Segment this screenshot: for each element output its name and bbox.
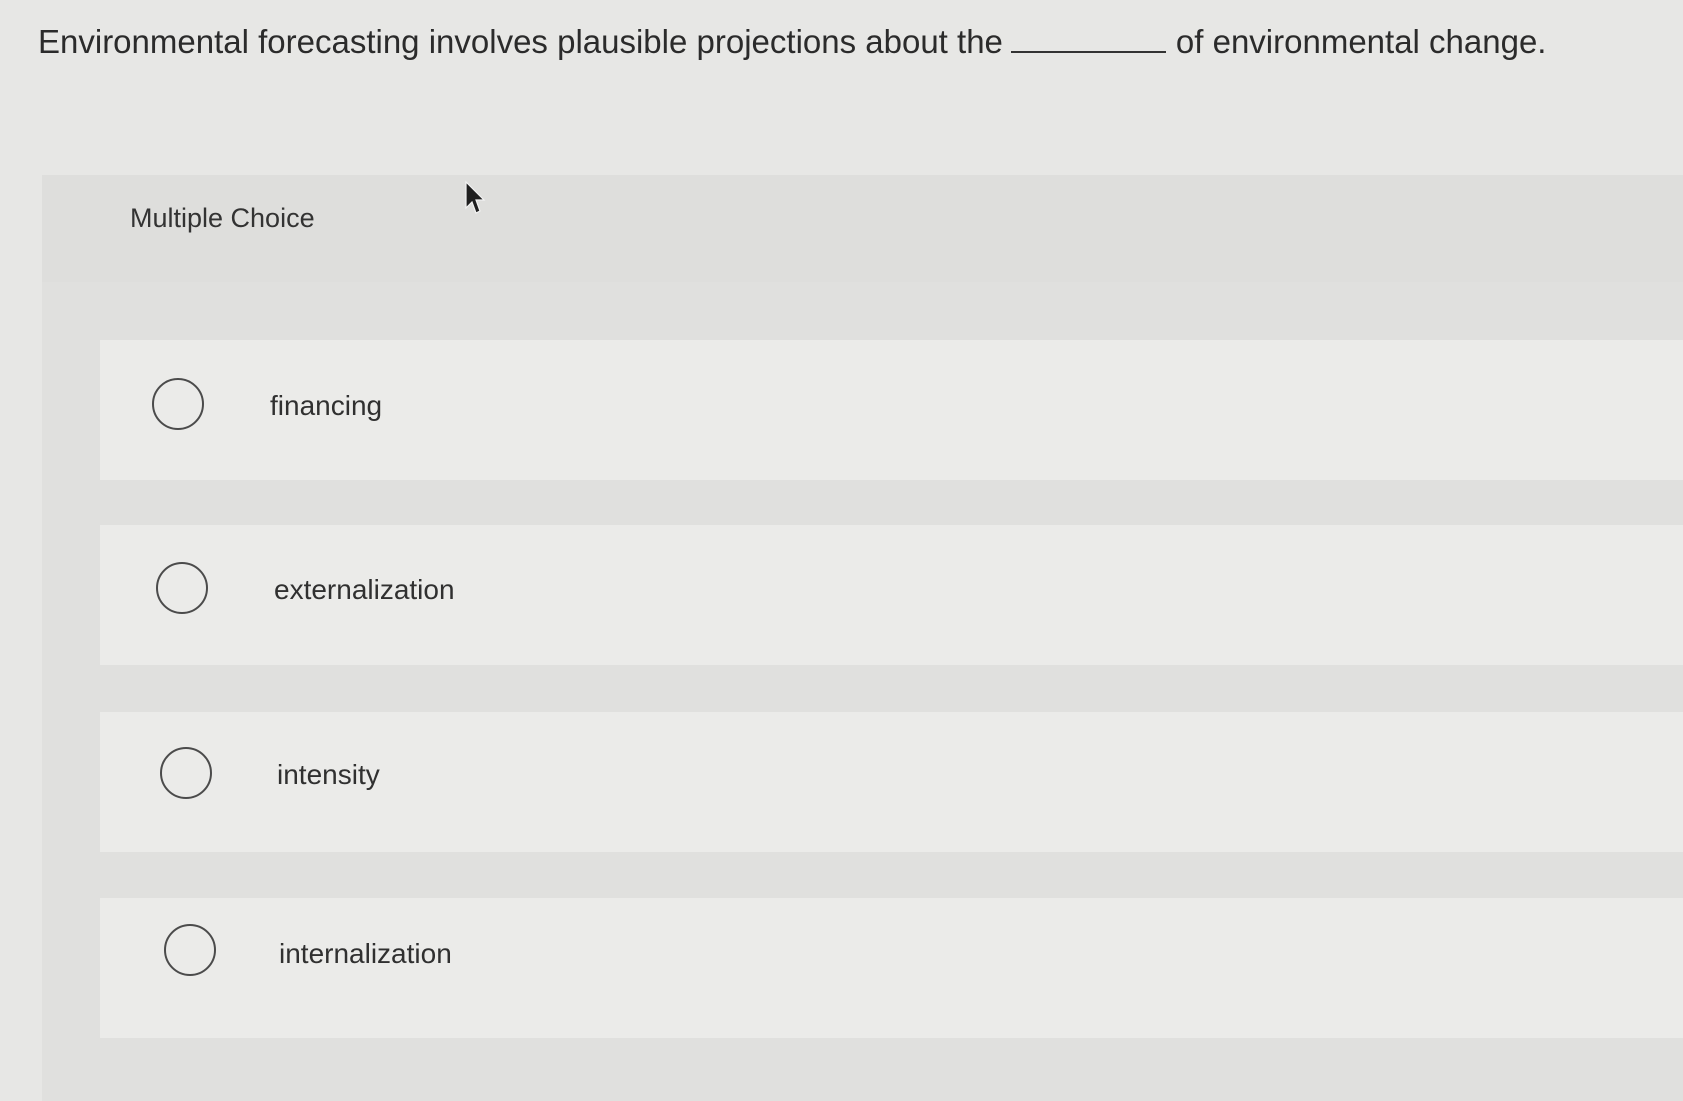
option-label: internalization: [279, 938, 452, 969]
option-label: financing: [270, 390, 383, 421]
answer-option-externalization[interactable]: externalization: [100, 525, 1683, 665]
answer-blank: [1010, 21, 1166, 53]
option-label: externalization: [274, 574, 455, 605]
question-text-before-blank: Environmental forecasting involves plaus…: [38, 23, 1003, 60]
answer-option-financing[interactable]: financing: [100, 340, 1683, 480]
mouse-pointer-icon: [465, 180, 486, 214]
question-type-label: Multiple Choice: [130, 203, 315, 233]
answer-option-internalization[interactable]: internalization: [100, 898, 1683, 1038]
radio-circle-icon[interactable]: [160, 747, 212, 799]
answer-option-intensity[interactable]: intensity: [100, 712, 1683, 852]
radio-circle-icon[interactable]: [164, 924, 216, 976]
question-text-after-blank: of environmental change.: [1175, 23, 1547, 60]
panel-header: Multiple Choice: [42, 175, 1683, 282]
radio-circle-icon[interactable]: [156, 562, 208, 614]
question-text: Environmental forecasting involves plaus…: [38, 18, 1546, 66]
radio-circle-icon[interactable]: [152, 378, 204, 430]
option-label: intensity: [277, 759, 380, 790]
